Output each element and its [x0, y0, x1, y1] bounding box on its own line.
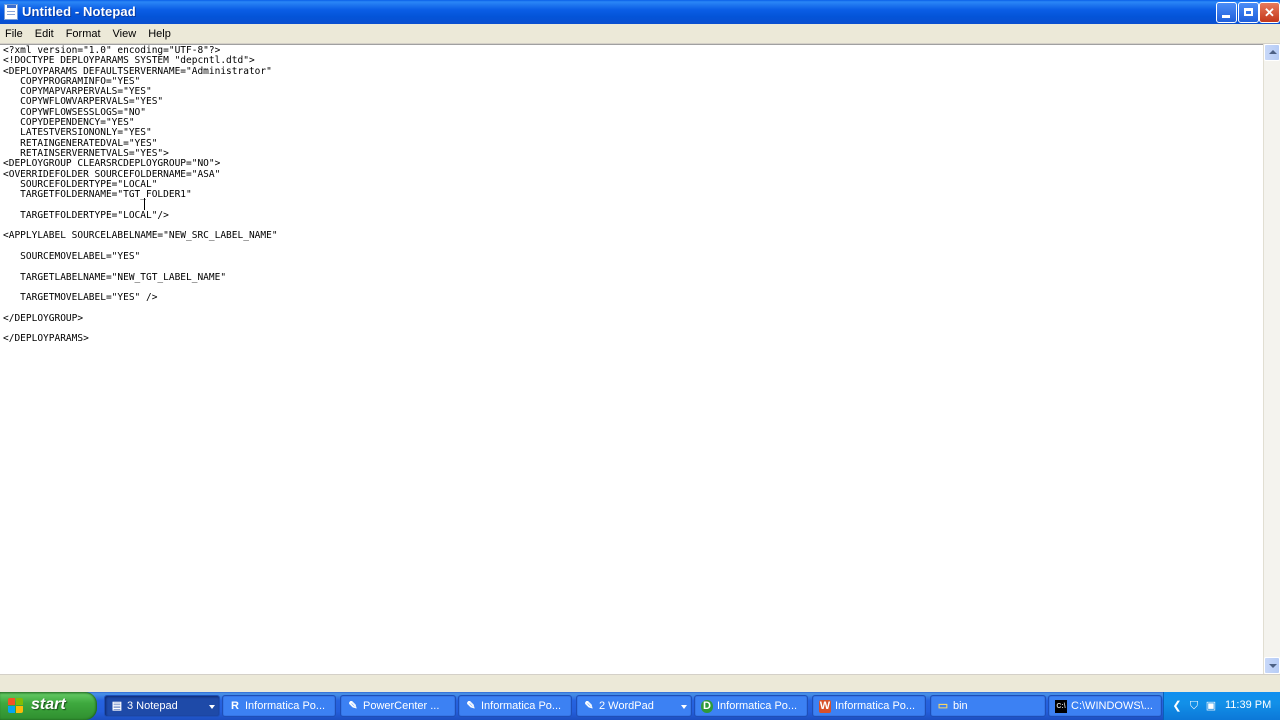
text-line[interactable]: TARGETFOLDERNAME="TGT_FOLDER1"	[3, 189, 1263, 200]
window-title: Untitled - Notepad	[22, 4, 136, 19]
taskbar-button-label: PowerCenter ...	[363, 700, 440, 712]
text-line[interactable]	[3, 242, 1263, 252]
minimize-icon	[1222, 15, 1230, 18]
taskbar-button-4[interactable]: ✎ 2 WordPad	[576, 695, 692, 717]
arrow-up-icon	[1269, 50, 1277, 54]
taskbar-button-6[interactable]: W Informatica Po...	[812, 695, 926, 717]
text-line[interactable]	[3, 200, 1263, 210]
document-text[interactable]: <?xml version="1.0" encoding="UTF-8"?> <!…	[0, 45, 1263, 345]
text-line[interactable]: <DEPLOYPARAMS DEFAULTSERVERNAME="Adminis…	[3, 66, 1263, 77]
scroll-up-button[interactable]	[1264, 44, 1280, 61]
scroll-down-button[interactable]	[1264, 657, 1280, 674]
text-cursor	[144, 198, 145, 210]
window-bottom-border	[0, 674, 1280, 692]
text-line[interactable]: </DEPLOYGROUP>	[3, 313, 1263, 324]
title-bar[interactable]: Untitled - Notepad ✕	[0, 0, 1280, 24]
powercenter-icon: ✎	[348, 700, 358, 712]
clock[interactable]: 11:39 PM	[1225, 699, 1271, 711]
informatica-w-icon: W	[819, 700, 831, 713]
text-line[interactable]: <APPLYLABEL SOURCELABELNAME="NEW_SRC_LAB…	[3, 231, 1263, 242]
taskbar-button-label: Informatica Po...	[481, 700, 562, 712]
text-line[interactable]: TARGETFOLDERTYPE="LOCAL"/>	[3, 210, 1263, 221]
close-button[interactable]: ✕	[1259, 2, 1280, 23]
taskbar-button-label: Informatica Po...	[717, 700, 798, 712]
taskbar-button-label: bin	[953, 700, 968, 712]
taskbar-button-label: 2 WordPad	[599, 700, 654, 712]
command-prompt-icon: C:\	[1055, 700, 1067, 713]
taskbar: start ▤ 3 Notepad R Informatica Po... ✎ Power…	[0, 692, 1280, 720]
close-icon: ✕	[1264, 5, 1275, 20]
text-line[interactable]: TARGETLABELNAME="NEW_TGT_LABEL_NAME"	[3, 272, 1263, 283]
text-line[interactable]: </DEPLOYPARAMS>	[3, 334, 1263, 345]
informatica-doc-icon: ✎	[466, 700, 476, 712]
minimize-button[interactable]	[1216, 2, 1237, 23]
text-editor[interactable]: <?xml version="1.0" encoding="UTF-8"?> <!…	[0, 44, 1263, 674]
informatica-r-icon: R	[231, 700, 239, 712]
start-button[interactable]: start	[0, 692, 97, 720]
taskbar-button-3[interactable]: ✎ Informatica Po...	[458, 695, 572, 717]
taskbar-button-7[interactable]: ▭ bin	[930, 695, 1046, 717]
chevron-down-icon	[681, 705, 687, 709]
taskbar-button-label: C:\WINDOWS\...	[1071, 700, 1153, 712]
text-line[interactable]: COPYMAPVARPERVALS="YES"	[3, 86, 1263, 97]
text-line[interactable]: COPYDEPENDENCY="YES"	[3, 117, 1263, 128]
taskbar-button-2[interactable]: ✎ PowerCenter ...	[340, 695, 456, 717]
menu-view[interactable]: View	[107, 25, 143, 42]
network-icon[interactable]: ❮	[1170, 699, 1184, 713]
text-line[interactable]	[3, 324, 1263, 334]
start-label: start	[31, 696, 66, 713]
informatica-d-icon: D	[701, 700, 713, 713]
text-line[interactable]	[3, 262, 1263, 272]
notepad-icon[interactable]	[4, 4, 18, 20]
text-line[interactable]: <OVERRIDEFOLDER SOURCEFOLDERNAME="ASA"	[3, 169, 1263, 180]
taskbar-button-label: Informatica Po...	[245, 700, 326, 712]
menu-edit[interactable]: Edit	[29, 25, 60, 42]
taskbar-button-8[interactable]: C:\ C:\WINDOWS\...	[1048, 695, 1162, 717]
notepad-window: Untitled - Notepad ✕ File Edit Format View H…	[0, 0, 1280, 692]
arrow-down-icon	[1269, 664, 1277, 668]
menu-file[interactable]: File	[0, 25, 29, 42]
wordpad-icon: ✎	[584, 700, 594, 712]
text-line[interactable]: COPYPROGRAMINFO="YES"	[3, 76, 1263, 87]
text-line[interactable]	[3, 283, 1263, 293]
text-line[interactable]: COPYWFLOWSESSLOGS="NO"	[3, 107, 1263, 118]
text-line[interactable]: SOURCEFOLDERTYPE="LOCAL"	[3, 179, 1263, 190]
notepad-icon: ▤	[111, 700, 123, 712]
taskbar-button-5[interactable]: D Informatica Po...	[694, 695, 808, 717]
taskbar-button-0[interactable]: ▤ 3 Notepad	[104, 695, 220, 717]
taskbar-button-label: Informatica Po...	[835, 700, 916, 712]
text-line[interactable]: COPYWFLOWVARPERVALS="YES"	[3, 97, 1263, 108]
chevron-down-icon	[209, 705, 215, 709]
text-line[interactable]: TARGETMOVELABEL="YES" />	[3, 292, 1263, 303]
maximize-button[interactable]	[1238, 2, 1259, 23]
text-line[interactable]: SOURCEMOVELABEL="YES"	[3, 251, 1263, 262]
menu-format[interactable]: Format	[60, 25, 107, 42]
system-tray: ❮ ⛉ ▣ 11:39 PM	[1163, 692, 1280, 720]
taskbar-button-1[interactable]: R Informatica Po...	[222, 695, 336, 717]
taskbar-button-label: 3 Notepad	[127, 700, 178, 712]
text-line[interactable]: RETAINGENERATEDVAL="YES"	[3, 138, 1263, 149]
vertical-scrollbar[interactable]	[1263, 44, 1280, 674]
windows-logo-icon	[8, 698, 24, 714]
text-line[interactable]: LATESTVERSIONONLY="YES"	[3, 128, 1263, 139]
text-line[interactable]	[3, 303, 1263, 313]
menu-help[interactable]: Help	[142, 25, 177, 42]
maximize-icon	[1244, 8, 1253, 16]
monitor-icon[interactable]: ▣	[1204, 699, 1218, 713]
security-shield-icon[interactable]: ⛉	[1187, 699, 1201, 713]
menu-bar: File Edit Format View Help	[0, 24, 1280, 44]
folder-icon: ▭	[937, 700, 949, 712]
